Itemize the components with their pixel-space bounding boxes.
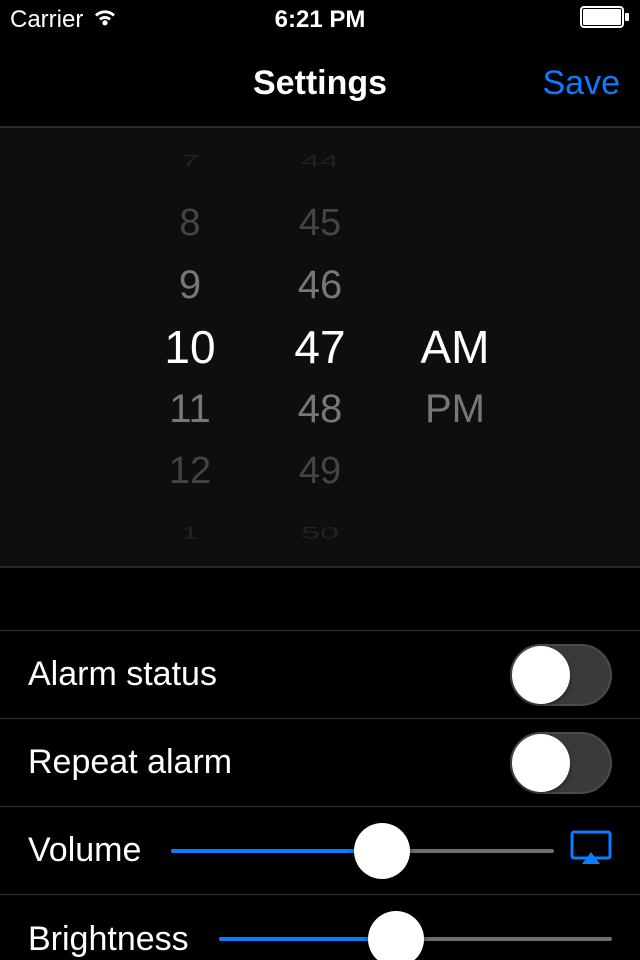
repeat-alarm-label: Repeat alarm [28,743,232,782]
section-gap [0,568,640,630]
nav-bar: Settings Save [0,40,640,128]
status-bar: Carrier 6:21 PM [0,0,640,40]
ampm-wheel[interactable]: AM PM [385,128,515,568]
wifi-icon [91,6,119,34]
alarm-status-switch[interactable] [510,644,612,706]
battery-icon [580,6,630,35]
brightness-label: Brightness [28,920,189,959]
repeat-alarm-row: Repeat alarm [0,719,640,807]
status-left: Carrier [10,6,119,34]
minute-wheel[interactable]: 43 44 45 46 47 48 49 50 51 [255,128,385,568]
brightness-slider[interactable] [219,919,612,959]
minute-selected: 47 [294,316,345,378]
brightness-row: Brightness [0,895,640,960]
time-picker[interactable]: 6 7 8 9 10 11 12 1 2 43 44 45 46 47 48 4… [0,128,640,568]
hour-selected: 10 [164,316,215,378]
switch-knob [512,734,570,792]
save-button[interactable]: Save [543,64,621,103]
alarm-status-row: Alarm status [0,631,640,719]
slider-thumb[interactable] [354,823,410,879]
volume-row: Volume [0,807,640,895]
repeat-alarm-switch[interactable] [510,732,612,794]
settings-list: Alarm status Repeat alarm Volume Brightn… [0,630,640,960]
alarm-status-label: Alarm status [28,655,217,694]
status-time: 6:21 PM [275,6,366,34]
ampm-selected: AM [421,316,490,378]
airplay-icon[interactable] [570,830,612,871]
volume-label: Volume [28,831,141,870]
page-title: Settings [253,64,387,103]
switch-knob [512,646,570,704]
carrier-label: Carrier [10,6,83,34]
volume-slider[interactable] [171,831,554,871]
slider-thumb[interactable] [368,911,424,960]
status-right [580,6,630,35]
hour-wheel[interactable]: 6 7 8 9 10 11 12 1 2 [125,128,255,568]
